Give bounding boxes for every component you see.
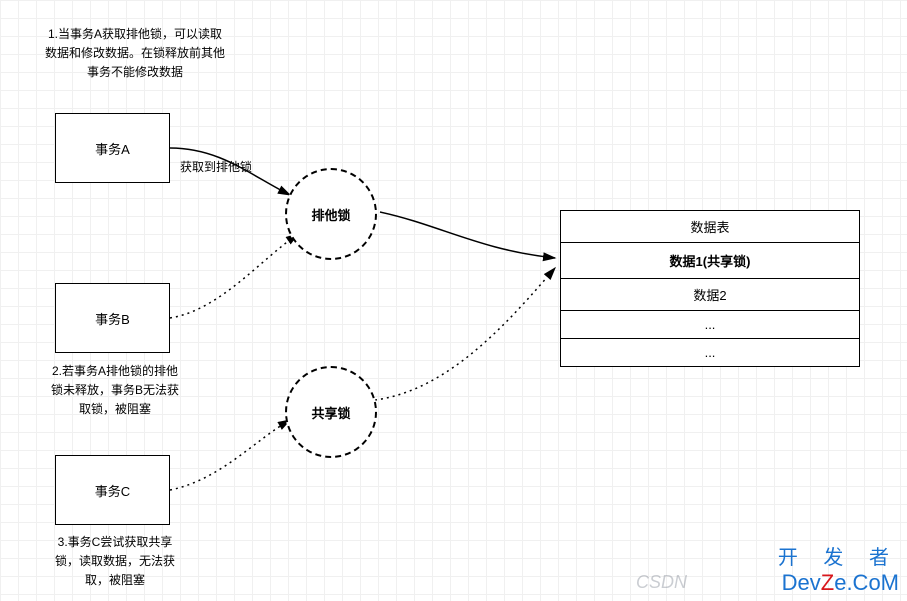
- wm-pre: Dev: [782, 570, 821, 595]
- table-header: 数据表: [561, 211, 859, 243]
- wm-post: e.CoM: [834, 570, 899, 595]
- transaction-a-label: 事务A: [95, 139, 130, 158]
- table-row: 数据1(共享锁): [561, 243, 859, 279]
- csdn-watermark: CSDN: [636, 572, 687, 593]
- caption-transaction-b: 2.若事务A排他锁的排他锁未释放，事务B无法获取锁，被阻塞: [50, 362, 180, 420]
- table-row: ...: [561, 339, 859, 366]
- exclusive-lock-label: 排他锁: [311, 205, 350, 224]
- devze-watermark-bottom: DevZe.CoM: [778, 570, 899, 595]
- transaction-b-label: 事务B: [95, 309, 130, 328]
- shared-lock-circle: 共享锁: [285, 366, 377, 458]
- shared-lock-label: 共享锁: [311, 403, 350, 422]
- devze-watermark-top: 开 发 者: [778, 547, 899, 570]
- caption-transaction-c: 3.事务C尝试获取共享锁，读取数据，无法获取，被阻塞: [55, 533, 175, 591]
- exclusive-lock-circle: 排他锁: [285, 168, 377, 260]
- transaction-c-box: 事务C: [55, 455, 170, 525]
- table-row: 数据2: [561, 279, 859, 311]
- transaction-c-label: 事务C: [95, 481, 130, 500]
- transaction-b-box: 事务B: [55, 283, 170, 353]
- caption-transaction-a: 1.当事务A获取排他锁，可以读取数据和修改数据。在锁释放前其他事务不能修改数据: [45, 25, 225, 83]
- table-row: ...: [561, 311, 859, 339]
- transaction-a-box: 事务A: [55, 113, 170, 183]
- devze-watermark: 开 发 者 DevZe.CoM: [778, 547, 899, 595]
- edge-label-a-exclusive: 获取到排他锁: [180, 158, 252, 175]
- data-table: 数据表 数据1(共享锁) 数据2 ... ...: [560, 210, 860, 367]
- wm-z: Z: [821, 570, 834, 595]
